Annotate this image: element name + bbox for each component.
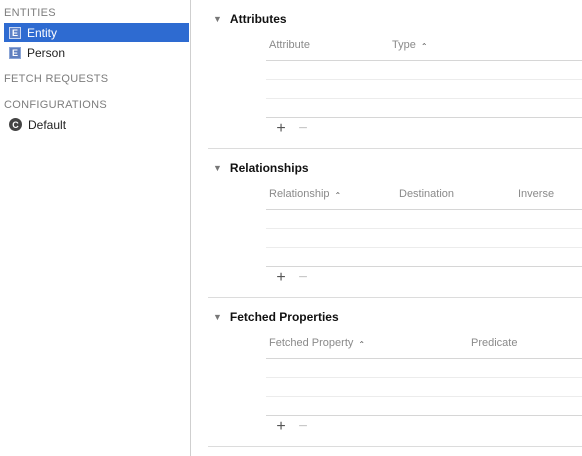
attributes-button-row: + − xyxy=(274,121,318,137)
relationships-button-row: + − xyxy=(274,270,318,286)
section-title: Fetched Properties xyxy=(229,310,339,324)
sort-ascending-icon: ⌃ xyxy=(358,339,366,349)
table-row-divider xyxy=(266,247,582,248)
sidebar-item-person[interactable]: E Person xyxy=(4,43,189,62)
configuration-icon: C xyxy=(9,118,22,131)
section-separator xyxy=(208,446,582,447)
disclosure-triangle-icon[interactable]: ▼ xyxy=(213,312,222,322)
column-header-predicate[interactable]: Predicate xyxy=(471,337,517,349)
table-row-divider xyxy=(266,79,582,80)
sort-ascending-icon: ⌃ xyxy=(420,41,428,51)
table-bottom-divider xyxy=(266,415,582,416)
table-row-divider xyxy=(266,98,582,99)
disclosure-triangle-icon[interactable]: ▼ xyxy=(213,163,222,173)
column-header-inverse[interactable]: Inverse xyxy=(518,188,554,200)
remove-fetched-property-button[interactable]: − xyxy=(296,419,310,435)
section-separator xyxy=(208,148,582,149)
column-header-type[interactable]: Type ⌃ xyxy=(392,39,428,51)
sidebar: ENTITIES E Entity E Person FETCH REQUEST… xyxy=(0,0,191,456)
disclosure-triangle-icon[interactable]: ▼ xyxy=(213,14,222,24)
sidebar-item-label: Entity xyxy=(27,25,58,40)
add-fetched-property-button[interactable]: + xyxy=(274,419,288,435)
relationships-header[interactable]: ▼ Relationships xyxy=(213,161,309,175)
table-header-divider xyxy=(266,358,582,359)
sort-ascending-icon: ⌃ xyxy=(334,190,342,200)
column-header-attribute[interactable]: Attribute xyxy=(269,39,310,51)
sidebar-item-default[interactable]: C Default xyxy=(4,115,189,134)
add-attribute-button[interactable]: + xyxy=(274,121,288,137)
table-row-divider xyxy=(266,396,582,397)
section-title: Relationships xyxy=(229,161,309,175)
table-bottom-divider xyxy=(266,266,582,267)
attributes-header[interactable]: ▼ Attributes xyxy=(213,12,287,26)
column-header-fetched-property[interactable]: Fetched Property ⌃ xyxy=(269,337,365,349)
table-header-divider xyxy=(266,60,582,61)
remove-relationship-button[interactable]: − xyxy=(296,270,310,286)
table-bottom-divider xyxy=(266,117,582,118)
fetched-properties-header[interactable]: ▼ Fetched Properties xyxy=(213,310,339,324)
table-row-divider xyxy=(266,377,582,378)
sidebar-item-entity[interactable]: E Entity xyxy=(4,23,189,42)
table-row-divider xyxy=(266,228,582,229)
entity-icon: E xyxy=(9,46,21,59)
sidebar-item-label: Default xyxy=(28,117,67,132)
table-header-divider xyxy=(266,209,582,210)
entities-section-title: ENTITIES xyxy=(4,7,56,19)
sidebar-item-label: Person xyxy=(27,45,66,60)
column-header-relationship[interactable]: Relationship ⌃ xyxy=(269,188,341,200)
entity-icon: E xyxy=(9,26,21,39)
remove-attribute-button[interactable]: − xyxy=(296,121,310,137)
add-relationship-button[interactable]: + xyxy=(274,270,288,286)
section-separator xyxy=(208,297,582,298)
fetched-properties-button-row: + − xyxy=(274,419,318,435)
fetch-requests-section-title: FETCH REQUESTS xyxy=(4,73,109,85)
configurations-section-title: CONFIGURATIONS xyxy=(4,99,107,111)
section-title: Attributes xyxy=(229,12,287,26)
column-header-destination[interactable]: Destination xyxy=(399,188,454,200)
